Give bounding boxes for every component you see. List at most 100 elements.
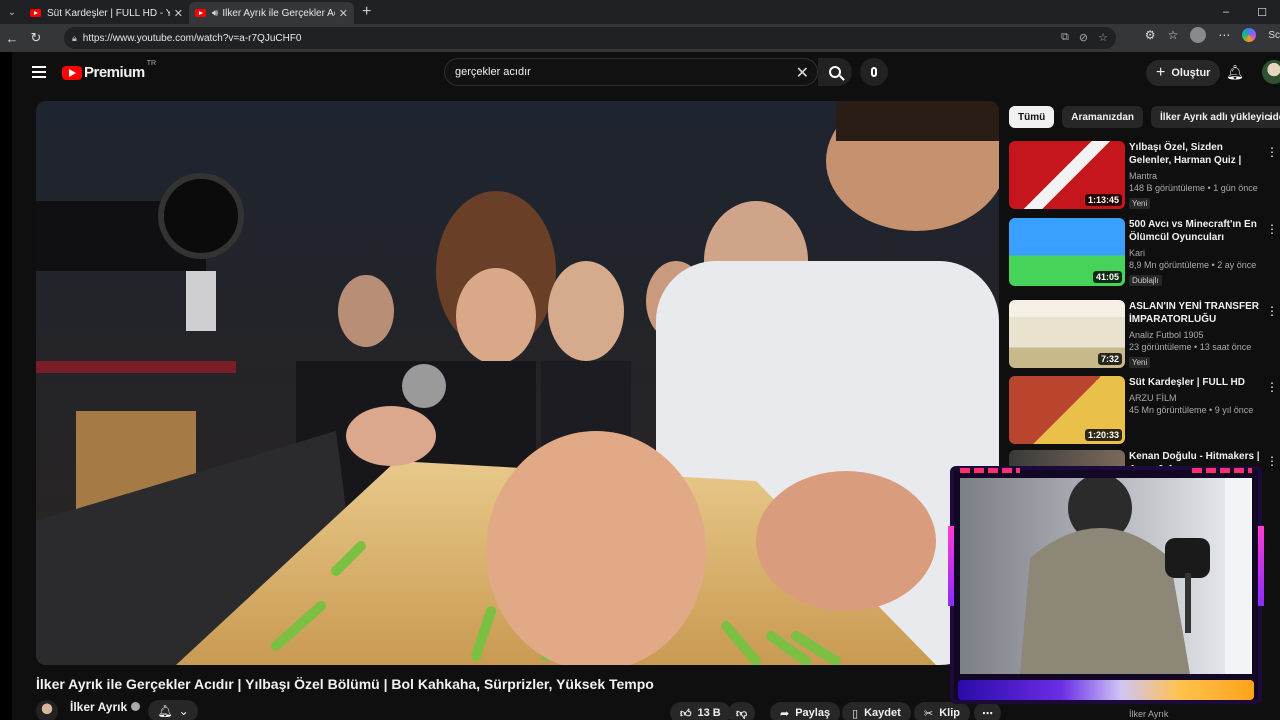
share-icon: ➦ [780,707,790,720]
youtube-play-icon [62,65,82,80]
address-bar[interactable]: 🔒︎ https://www.youtube.com/watch?v=a-r7Q… [64,27,1116,49]
video-thumbnail[interactable]: 41:05 [1009,218,1125,286]
duration-badge: 41:05 [1092,271,1122,283]
like-button[interactable]: 👍︎ 13 B [670,702,731,720]
chip-all[interactable]: Tümü [1009,106,1055,128]
recommendation-item[interactable]: 7:32 ASLAN'IN YENİ TRANSFER İMPARATORLUĞ… [1009,300,1280,368]
search-input[interactable]: gerçekler acıdır ✕ [444,58,818,86]
voice-search-button[interactable] [860,58,888,86]
account-avatar[interactable] [1262,60,1280,84]
recommendation-title: Yılbaşı Özel, Sizden Gelenler, Harman Qu… [1129,142,1242,166]
more-vert-icon[interactable]: ⋮ [1266,145,1278,159]
browser-tab-2[interactable]: 🔊︎ İlker Ayrık ile Gerçekler Acıdır ✕ [189,2,354,24]
video-thumbnail[interactable]: 7:32 [1009,300,1125,368]
maximize-icon[interactable]: ☐ [1244,6,1280,19]
create-button[interactable]: + Oluştur [1146,60,1221,86]
browser-toolbar: ← ↻ 🔒︎ https://www.youtube.com/watch?v=a… [0,24,1280,52]
webcam-video [960,478,1252,674]
browser-tab-1[interactable]: Süt Kardeşler | FULL HD - YouTube ✕ [24,2,189,24]
frame-accent [948,526,954,606]
youtube-logo[interactable]: Premium TR [62,60,156,81]
profile-icon[interactable] [1190,27,1207,43]
recommendation-channel: ARZU FİLM [1129,393,1177,403]
share-label: Paylaş [795,707,831,719]
new-tab-button[interactable]: + [362,3,371,21]
recommendation-item[interactable]: 1:20:33 Süt Kardeşler | FULL HD ARZU FİL… [1009,376,1280,444]
more-menu-icon[interactable]: ⋯ [1218,28,1230,42]
verified-icon [131,702,141,711]
window-controls: – ☐ [1208,0,1280,24]
new-badge: Yeni [1129,357,1151,368]
sidebar-label: Sc [1268,29,1280,41]
reload-icon[interactable]: ↻ [24,30,48,46]
video-thumbnail[interactable]: 1:20:33 [1009,376,1125,444]
dubbed-badge: Dublajlı [1129,275,1162,286]
new-badge: Yeni [1129,198,1151,209]
notifications-bell-icon[interactable]: 🔔︎ [1226,64,1244,81]
channel-name-text: İlker Ayrık [70,700,128,714]
duration-badge: 7:32 [1097,353,1122,365]
chevron-down-icon: ⌄ [178,704,189,718]
channel-name[interactable]: İlker Ayrık [70,700,141,714]
more-vert-icon[interactable]: ⋮ [1266,222,1278,236]
tab-title: Süt Kardeşler | FULL HD - YouTube [47,7,170,19]
recommendation-channel: Analiz Futbol 1905 [1129,330,1204,340]
chip-from-search[interactable]: Aramanızdan [1062,106,1144,128]
favorite-star-icon[interactable]: ☆ [1098,31,1108,44]
search-button[interactable] [818,58,852,86]
clip-button[interactable]: ✂ Klip [914,702,970,720]
recommendation-meta: 8,9 Mn görüntüleme • 2 ay önce [1129,260,1257,270]
recommendation-item[interactable]: 1:13:45 Yılbaşı Özel, Sizden Gelenler, H… [1009,141,1280,209]
video-frame [36,101,999,665]
video-title: İlker Ayrık ile Gerçekler Acıdır | Yılba… [36,676,654,692]
copilot-icon[interactable] [1242,28,1257,42]
site-info-icon[interactable]: 🔒︎ [72,33,77,44]
tab-list-menu-icon[interactable]: ⌄ [0,0,24,24]
bookmark-icon: ▯ [852,707,859,720]
youtube-header: Premium TR gerçekler acıdır ✕ + Oluştur … [12,52,1280,94]
duration-badge: 1:13:45 [1084,194,1122,206]
video-player[interactable] [36,101,999,665]
duration-badge: 1:20:33 [1084,429,1122,441]
channel-row: İlker Ayrık 🔔︎ ⌄ 👍︎ 13 B 👎︎ ➦ Paylaş ▯ Kayde… [36,698,1001,720]
recommendation-title: 500 Avcı vs Minecraft'ın En Ölümcül Oyun… [1129,219,1257,243]
back-icon[interactable]: ← [0,31,24,46]
logo-country: TR [146,60,157,67]
related-filter-chips: Tümü Aramanızdan İlker Ayrık adlı yükley… [1009,106,1280,128]
save-button[interactable]: ▯ Kaydet [842,702,911,720]
subscription-bell-button[interactable]: 🔔︎ ⌄ [148,700,198,720]
close-tab-icon[interactable]: ✕ [174,7,183,20]
audio-playing-icon[interactable]: 🔊︎ [212,8,218,19]
clip-label: Klip [939,707,960,719]
chip-from-uploader[interactable]: İlker Ayrık adlı yükleyiciden [1151,106,1280,128]
clear-search-icon[interactable]: ✕ [796,63,809,83]
recommendation-title: Süt Kardeşler | FULL HD [1129,377,1245,388]
share-button[interactable]: ➦ Paylaş [770,702,841,720]
favorites-icon[interactable]: ☆ [1168,28,1179,42]
menu-icon[interactable] [32,66,46,81]
plus-icon: + [1156,64,1166,81]
channel-avatar[interactable] [36,700,58,720]
recommendation-item[interactable]: 41:05 500 Avcı vs Minecraft'ın En Ölümcü… [1009,218,1280,286]
more-vert-icon[interactable]: ⋮ [1266,454,1278,468]
microphone-icon [871,67,877,77]
more-vert-icon[interactable]: ⋮ [1266,304,1278,318]
webcam-overlay [948,466,1264,704]
install-app-icon[interactable]: ⧉ [1061,31,1069,44]
dislike-button[interactable]: 👎︎ [728,702,756,720]
tracking-icon[interactable]: ⊘ [1079,31,1088,44]
chevron-right-icon[interactable]: › [1268,110,1272,124]
extensions-icon[interactable]: ⚙ [1145,28,1156,42]
video-thumbnail[interactable]: 1:13:45 [1009,141,1125,209]
more-vert-icon[interactable]: ⋮ [1266,380,1278,394]
more-icon: ⋯ [982,707,993,720]
youtube-favicon-icon [30,9,41,17]
browser-tab-bar: ⌄ Süt Kardeşler | FULL HD - YouTube ✕ 🔊︎… [0,0,1280,24]
recommendation-meta: 148 B görüntüleme • 1 gün önce [1129,183,1258,193]
create-label: Oluştur [1171,67,1211,79]
youtube-favicon-icon [195,9,206,17]
close-tab-icon[interactable]: ✕ [339,7,348,20]
more-actions-button[interactable]: ⋯ [974,702,1001,720]
minimize-icon[interactable]: – [1208,6,1244,18]
recommendation-channel: Kari [1129,248,1146,258]
